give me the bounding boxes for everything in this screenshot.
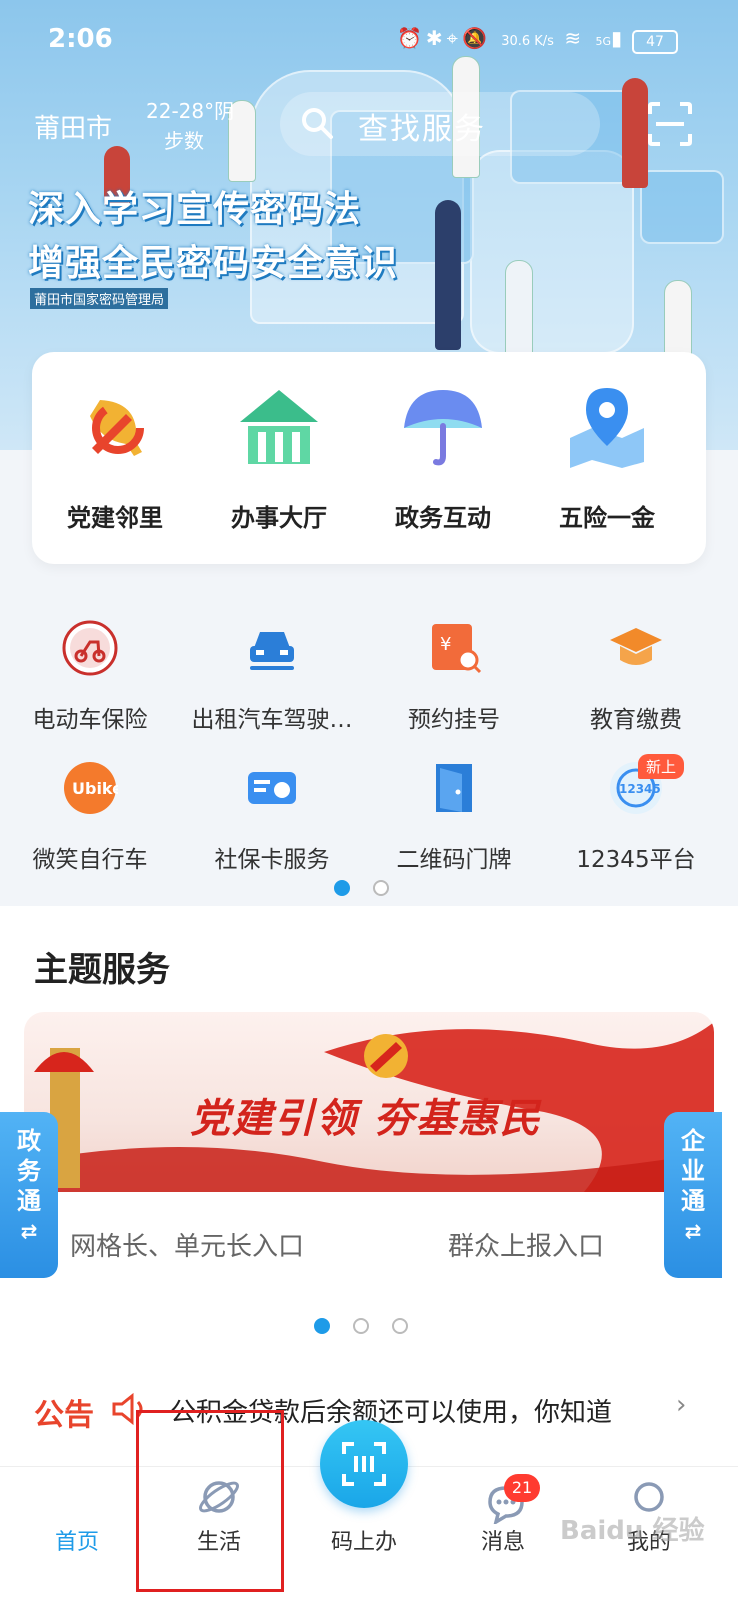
banner-person [622, 78, 648, 188]
new-badge: 新上 [638, 754, 685, 779]
theme-page-dot-2[interactable] [353, 1318, 369, 1334]
quick-item-party[interactable]: 党建邻里 [40, 382, 190, 533]
grid-item-ubike[interactable]: Ubike 微笑自行车 [0, 760, 180, 874]
grid-item-social-card[interactable]: 社保卡服务 [182, 760, 362, 874]
weather-temp: 22-28°阴 [146, 99, 235, 123]
search-placeholder[interactable]: 查找服务 [358, 104, 486, 148]
svg-text:¥: ¥ [440, 634, 451, 655]
network-type: 5G [595, 35, 611, 48]
qr-scan-icon [342, 1442, 386, 1486]
status-icons: ⏰✱⌖🔕 30.6 K/s ≋ 5G▮ [397, 26, 626, 50]
nav-home[interactable]: 首页 [22, 1524, 132, 1556]
theme-page-dot-3[interactable] [392, 1318, 408, 1334]
grid-leader-entry-link[interactable]: 网格长、单元长入口 [70, 1226, 304, 1263]
grid-item-qr-door[interactable]: 二维码门牌 [364, 760, 544, 874]
theme-banner-slogan: 党建引领 夯基惠民 [190, 1096, 542, 1142]
banner-organization: 莆田市国家密码管理局 [30, 288, 169, 309]
chevron-right-icon[interactable]: › [676, 1390, 686, 1420]
banner-person [505, 260, 533, 357]
grid-item-label: 预约挂号 [408, 707, 500, 733]
quick-services-card: 党建邻里 办事大厅 政务互动 五险一金 [32, 352, 706, 564]
grid-page-dot-2[interactable] [373, 880, 389, 896]
highlight-box [136, 1410, 284, 1592]
hall-icon [240, 390, 318, 464]
city-selector[interactable]: 莆田市 [34, 108, 112, 145]
switch-arrows-icon: ⇄ [20, 1219, 38, 1243]
quick-item-label: 党建邻里 [67, 504, 163, 532]
map-pin-icon [570, 388, 644, 468]
theme-page-dot-1[interactable] [314, 1318, 330, 1334]
grid-item-label: 社保卡服务 [214, 847, 330, 873]
theme-title: 主题服务 [34, 950, 170, 990]
umbrella-icon [404, 390, 482, 466]
alarm-icon: ⏰ [397, 26, 426, 50]
taxi-icon [250, 632, 294, 670]
location-icon: ⌖ [446, 26, 462, 50]
mute-icon: 🔕 [461, 26, 491, 50]
banner-slogan-line2: 增强全民密码安全意识 [28, 243, 399, 284]
weather-steps: 步数 [164, 129, 204, 153]
scan-icon[interactable] [646, 100, 694, 148]
banner-person [664, 280, 692, 362]
user-icon[interactable] [632, 1480, 666, 1514]
quick-item-label: 五险一金 [559, 504, 655, 532]
banner-screen [640, 170, 724, 244]
banner-slogan-line1: 深入学习宣传密码法 [28, 189, 362, 230]
search-icon [302, 108, 333, 139]
side-tab-government[interactable]: 政务通 ⇄ [0, 1112, 58, 1278]
side-tab-label: 政务通 [17, 1127, 41, 1215]
grid-item-taxi[interactable]: 出租汽车驾驶… [182, 620, 362, 734]
grid-item-label: 二维码门牌 [396, 847, 512, 873]
side-tab-enterprise[interactable]: 企业通 ⇄ [664, 1112, 722, 1278]
switch-arrows-icon: ⇄ [684, 1219, 702, 1243]
grid-item-ebike-insurance[interactable]: 电动车保险 [0, 620, 180, 734]
ubike-icon: Ubike [64, 762, 123, 814]
bluetooth-icon: ✱ [425, 26, 447, 50]
grid-item-registration[interactable]: ¥ 预约挂号 [364, 620, 544, 734]
ebike-insurance-icon [62, 620, 118, 676]
graduation-cap-icon [610, 628, 662, 665]
quick-item-interaction[interactable]: 政务互动 [368, 382, 518, 533]
battery-icon: 47 [632, 30, 678, 54]
grid-item-12345[interactable]: 12345 12345平台 [546, 760, 726, 874]
grid-item-label: 12345平台 [576, 847, 696, 873]
svg-text:12345: 12345 [619, 782, 661, 796]
message-count-badge: 21 [504, 1474, 540, 1502]
svg-text:Ubike: Ubike [72, 779, 118, 798]
banner-person [435, 200, 461, 350]
status-time: 2:06 [48, 24, 113, 54]
registration-icon: ¥ [432, 624, 482, 674]
signal-icon: ▮ [610, 26, 626, 50]
grid-item-label: 出租汽车驾驶… [191, 707, 353, 733]
grid-item-label: 微笑自行车 [32, 847, 148, 873]
baidu-watermark: Baidu 经验 [560, 1516, 705, 1546]
wifi-icon: ≋ [564, 26, 586, 50]
notice-label: 公告 [34, 1398, 94, 1433]
code-service-button[interactable] [320, 1420, 408, 1508]
weather-widget[interactable]: 22-28°阴 步数 [146, 96, 234, 156]
net-speed: 30.6 K/s [501, 34, 554, 49]
social-card-icon [248, 772, 296, 804]
quick-item-hall[interactable]: 办事大厅 [204, 382, 354, 533]
door-icon [436, 764, 472, 812]
nav-code[interactable]: 码上办 [309, 1524, 419, 1556]
grid-item-label: 电动车保险 [32, 707, 148, 733]
public-report-entry-link[interactable]: 群众上报入口 [448, 1226, 604, 1263]
quick-item-insurance[interactable]: 五险一金 [532, 382, 682, 533]
party-emblem-icon [90, 400, 144, 456]
grid-item-label: 教育缴费 [590, 707, 682, 733]
quick-item-label: 政务互动 [395, 504, 491, 532]
grid-item-education[interactable]: 教育缴费 [546, 620, 726, 734]
quick-item-label: 办事大厅 [231, 504, 327, 532]
grid-page-dot-1[interactable] [334, 880, 350, 896]
side-tab-label: 企业通 [681, 1127, 705, 1215]
nav-messages[interactable]: 消息 [448, 1524, 558, 1556]
